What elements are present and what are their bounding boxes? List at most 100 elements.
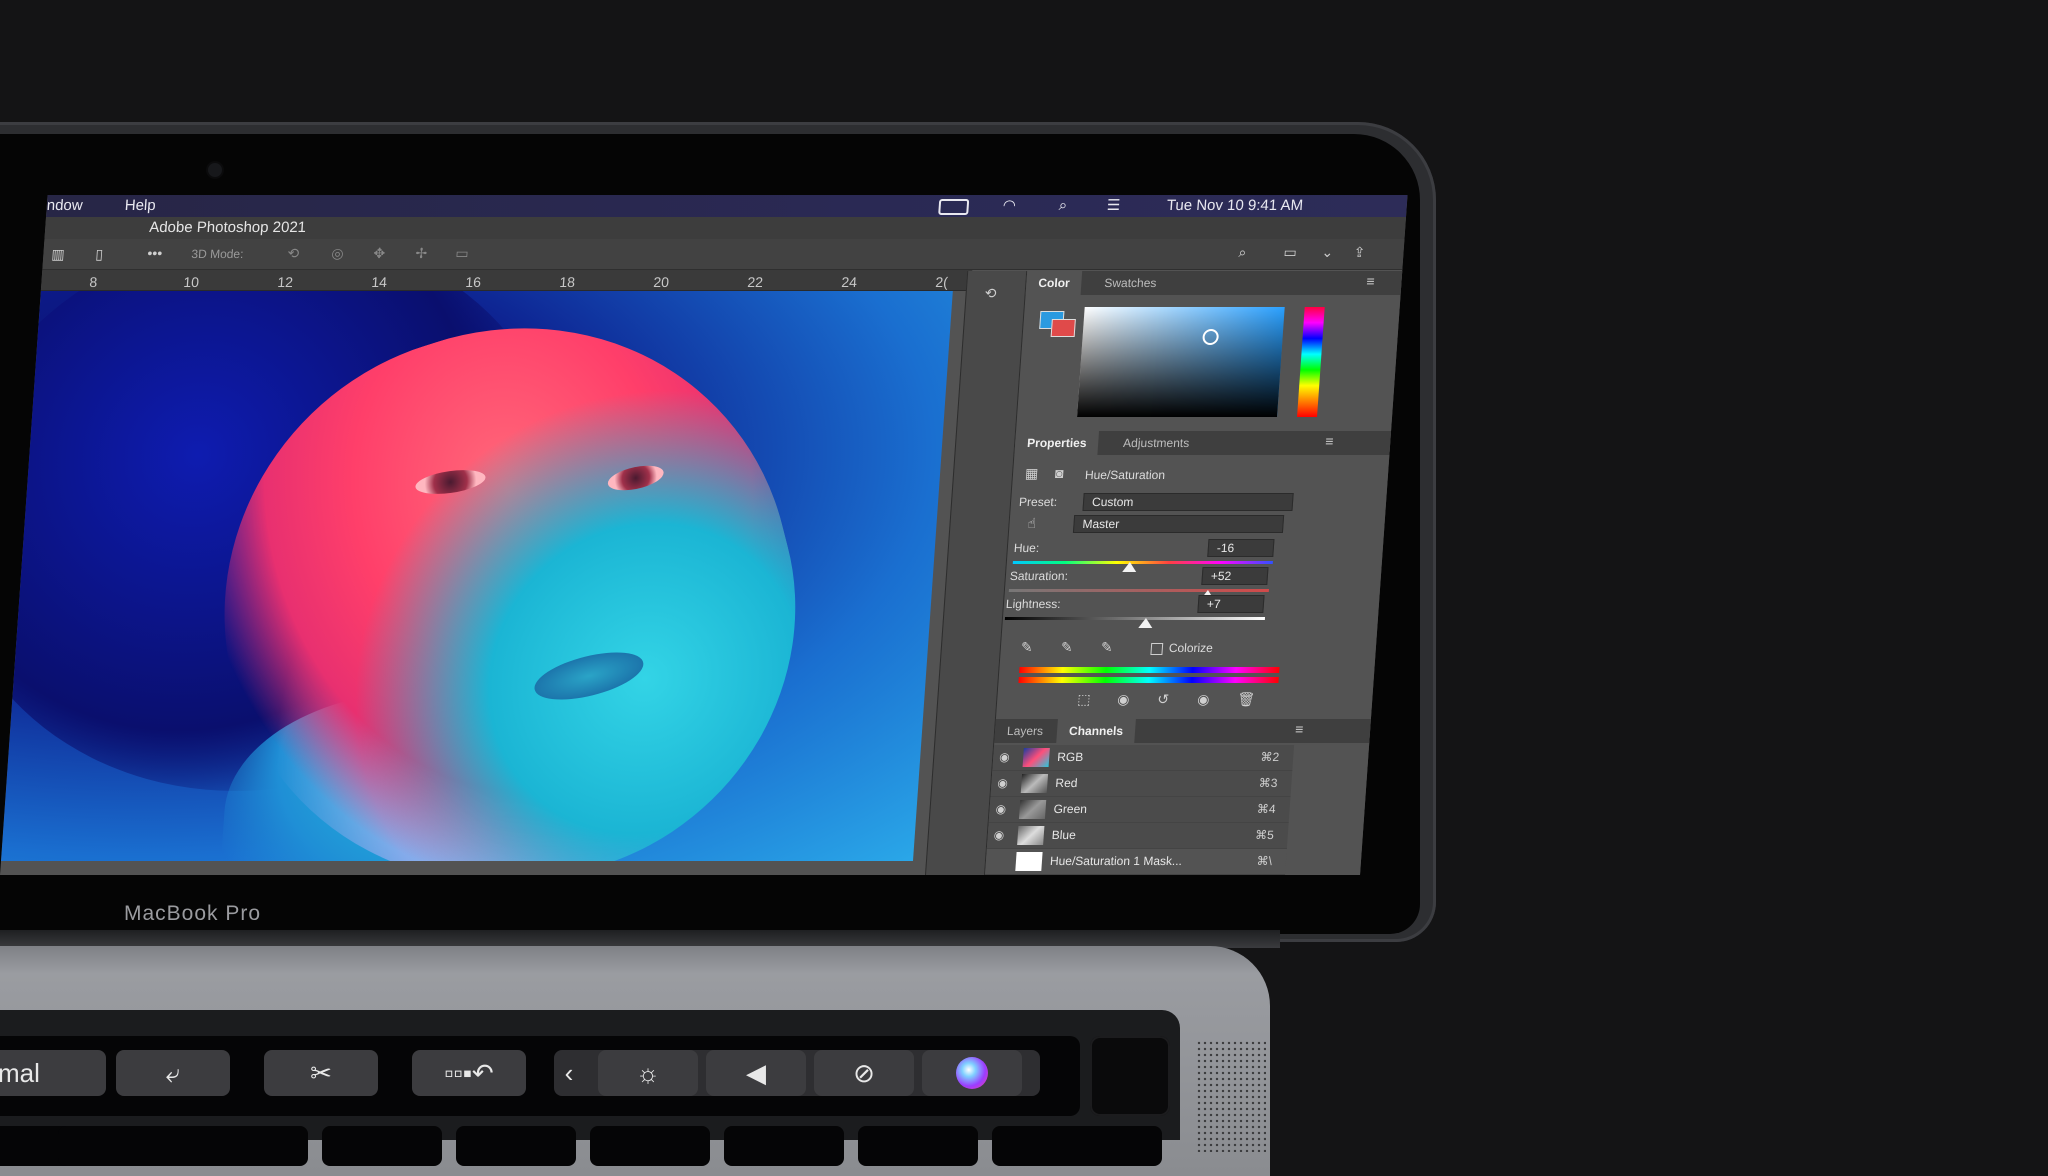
range-dropdown[interactable]: Master (1072, 515, 1285, 533)
keyboard-key[interactable] (858, 1126, 978, 1166)
lightness-value-field[interactable]: +7 (1197, 595, 1265, 613)
panel-menu-icon[interactable]: ≡ (1325, 433, 1334, 449)
history-icon[interactable]: ⟲ (984, 285, 997, 302)
eyedropper-minus-icon[interactable]: ✎ (1100, 639, 1113, 656)
keyboard-key[interactable] (322, 1126, 442, 1166)
workspace-icon[interactable]: ▭ (1283, 244, 1297, 261)
properties-panel-tabs: Properties Adjustments ≡ (1014, 431, 1397, 455)
saturation-slider-track[interactable] (1008, 589, 1269, 592)
panel-menu-icon[interactable]: ≡ (1366, 273, 1375, 289)
ruler-tick: 12 (276, 274, 294, 290)
3d-pan-icon[interactable]: ✥ (373, 245, 386, 262)
touchbar-siri-button[interactable] (922, 1050, 1022, 1096)
align-bottom-icon[interactable]: ▥ (51, 246, 65, 263)
preset-dropdown[interactable]: Custom (1082, 493, 1294, 511)
saturation-value-field[interactable]: +52 (1201, 567, 1269, 585)
touchbar-volume-button[interactable]: ◀ (706, 1050, 806, 1096)
channel-thumbnail (1015, 852, 1043, 871)
toggle-visibility-icon[interactable]: ◉ (1197, 691, 1210, 708)
3d-orbit-icon[interactable]: ⟲ (287, 245, 300, 262)
tab-channels[interactable]: Channels (1056, 719, 1136, 743)
tab-layers[interactable]: Layers (994, 719, 1056, 743)
touchbar-history-button[interactable]: ▫▫▪↶ (412, 1050, 526, 1096)
channel-row[interactable]: ◉ Blue ⌘5 (986, 823, 1289, 849)
search-icon[interactable]: ⌕ (1238, 244, 1247, 261)
background-color-swatch[interactable] (1050, 319, 1076, 337)
reset-icon[interactable]: ↺ (1157, 691, 1170, 708)
distribute-icon[interactable]: ▯ (95, 246, 104, 263)
lightness-label: Lightness: (1005, 597, 1062, 611)
touchbar-scissors-button[interactable]: ✂ (264, 1050, 378, 1096)
eyedropper-icon[interactable]: ✎ (1020, 639, 1033, 656)
battery-icon[interactable] (938, 199, 970, 215)
channel-shortcut: ⌘4 (1256, 802, 1277, 816)
hue-slider-handle[interactable] (1122, 562, 1137, 572)
visibility-eye-icon[interactable]: ◉ (998, 745, 1010, 770)
visibility-eye-icon[interactable]: ◉ (995, 797, 1007, 822)
ruler-tick: 2( (934, 274, 949, 290)
app-titlebar: Adobe Photoshop 2021 (44, 217, 1407, 239)
keyboard-key[interactable] (724, 1126, 844, 1166)
menu-help[interactable]: Help (124, 195, 156, 217)
lightness-slider-track[interactable] (1004, 617, 1266, 620)
panel-menu-icon[interactable]: ≡ (1295, 721, 1304, 737)
channel-row[interactable]: Hue/Saturation 1 Mask... ⌘\ (985, 849, 1287, 875)
control-center-icon[interactable]: ☰ (1106, 195, 1121, 217)
tab-swatches[interactable]: Swatches (1092, 271, 1170, 295)
tab-adjustments[interactable]: Adjustments (1110, 431, 1202, 455)
channel-row[interactable]: ◉ Red ⌘3 (990, 771, 1293, 797)
visibility-eye-icon[interactable]: ◉ (993, 823, 1005, 848)
lightness-slider-handle[interactable] (1138, 618, 1153, 628)
keyboard-key[interactable] (58, 1126, 308, 1166)
keyboard-key[interactable] (992, 1126, 1162, 1166)
channel-thumbnail (1017, 826, 1045, 845)
trash-icon[interactable]: 🗑 (1237, 691, 1256, 708)
touchbar-mode-button[interactable]: mal (0, 1050, 106, 1096)
hue-value-field[interactable]: -16 (1207, 539, 1275, 557)
touchbar-mute-button[interactable]: ⊘ (814, 1050, 914, 1096)
more-options-icon[interactable]: ••• (147, 245, 163, 261)
touchbar-brightness-button[interactable]: ☼ (598, 1050, 698, 1096)
mac-menubar: ndow Help ◠ ⌕ ☰ Tue Nov 10 9:41 AM (46, 195, 1408, 217)
color-picker-field[interactable] (1077, 307, 1285, 417)
channel-name: Hue/Saturation 1 Mask... (1049, 854, 1183, 868)
targeted-adjustment-icon[interactable]: ☝ (1027, 515, 1037, 532)
tab-color[interactable]: Color (1025, 271, 1083, 295)
channel-shortcut: ⌘5 (1254, 828, 1275, 842)
hue-spectrum-bar[interactable] (1297, 307, 1325, 417)
brightness-icon: ☼ (636, 1058, 660, 1088)
3d-slide-icon[interactable]: ✢ (415, 245, 428, 262)
touch-id-button[interactable] (1090, 1036, 1170, 1116)
eyedropper-plus-icon[interactable]: ✎ (1060, 639, 1073, 656)
color-panel-tabs: Color Swatches ≡ (1025, 271, 1408, 295)
hue-slider-track[interactable] (1012, 561, 1273, 564)
scissors-icon: ✂ (310, 1058, 332, 1088)
clip-to-layer-icon[interactable]: ⬚ (1077, 691, 1091, 708)
keyboard-key[interactable] (590, 1126, 710, 1166)
brand-label: MacBook Pro (124, 902, 262, 925)
keyboard-key[interactable] (456, 1126, 576, 1166)
chevron-down-icon[interactable]: ⌄ (1321, 244, 1334, 261)
channel-row[interactable]: ◉ Green ⌘4 (988, 797, 1291, 823)
channel-row[interactable]: ◉ RGB ⌘2 (992, 745, 1295, 771)
3d-roll-icon[interactable]: ◎ (331, 245, 344, 262)
touchbar-rotate-button[interactable]: ⤶ (116, 1050, 230, 1096)
view-previous-icon[interactable]: ◉ (1117, 691, 1130, 708)
visibility-eye-icon[interactable]: ◉ (997, 771, 1009, 796)
menubar-clock[interactable]: Tue Nov 10 9:41 AM (1166, 195, 1304, 217)
channel-name: Green (1053, 802, 1088, 816)
touchbar-collapse-button[interactable]: ‹ (556, 1050, 582, 1096)
3d-camera-icon[interactable]: ▭ (455, 245, 469, 262)
ruler-tick: 10 (182, 274, 200, 290)
wifi-icon[interactable]: ◠ (1002, 195, 1017, 217)
input-spectrum-bar (1019, 667, 1280, 673)
layer-mask-icon[interactable]: ◙ (1055, 465, 1065, 481)
hue-label: Hue: (1013, 541, 1040, 555)
spotlight-search-icon[interactable]: ⌕ (1058, 195, 1068, 217)
document-canvas[interactable] (0, 291, 953, 861)
share-icon[interactable]: ⇪ (1353, 244, 1366, 261)
menu-window[interactable]: ndow (46, 195, 83, 217)
hue-value: -16 (1216, 541, 1235, 555)
colorize-checkbox[interactable] (1150, 643, 1164, 655)
tab-properties[interactable]: Properties (1014, 431, 1100, 455)
